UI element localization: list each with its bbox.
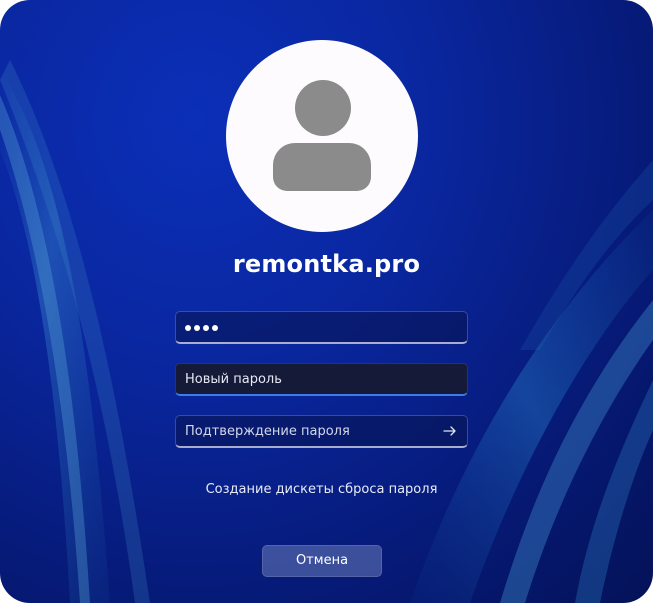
cancel-button[interactable]: Отмена bbox=[262, 545, 382, 577]
password-dot bbox=[212, 324, 218, 331]
lock-screen: remontka.pro Новый пароль Подтверждение … bbox=[0, 0, 653, 603]
user-avatar-icon bbox=[295, 80, 351, 136]
password-dot bbox=[185, 324, 191, 331]
confirm-password-field[interactable]: Подтверждение пароля bbox=[175, 415, 468, 448]
password-dot bbox=[203, 324, 209, 331]
password-dots bbox=[185, 320, 218, 335]
arrow-right-icon[interactable] bbox=[442, 423, 458, 439]
user-avatar bbox=[226, 40, 418, 232]
user-avatar-body bbox=[273, 143, 371, 191]
confirm-password-placeholder: Подтверждение пароля bbox=[185, 424, 350, 439]
create-reset-disk-link[interactable]: Создание дискеты сброса пароля bbox=[0, 482, 643, 497]
new-password-field[interactable]: Новый пароль bbox=[175, 363, 468, 396]
user-name: remontka.pro bbox=[232, 250, 421, 278]
current-password-field[interactable] bbox=[175, 311, 468, 344]
new-password-placeholder: Новый пароль bbox=[185, 372, 282, 387]
password-dot bbox=[194, 324, 200, 331]
